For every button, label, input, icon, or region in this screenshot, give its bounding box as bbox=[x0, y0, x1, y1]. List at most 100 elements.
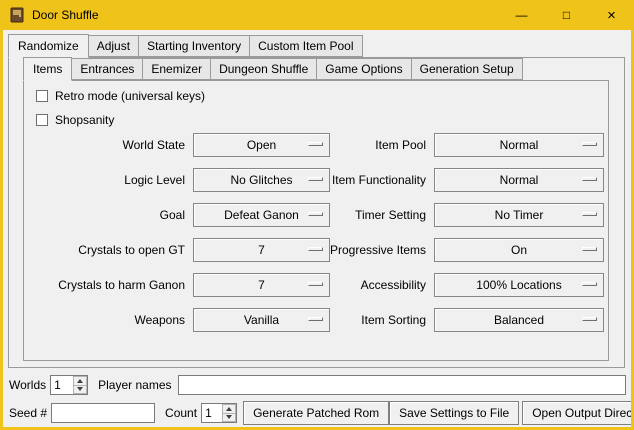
chevron-down-icon bbox=[77, 387, 83, 391]
option-row-crystals-harm-ganon: Crystals to harm Ganon 7 bbox=[30, 273, 330, 297]
crystals-open-gt-label: Crystals to open GT bbox=[30, 243, 193, 257]
outer-tab-strip: Randomize Adjust Starting Inventory Cust… bbox=[8, 34, 363, 58]
weapons-value: Vanilla bbox=[244, 313, 279, 327]
retro-mode-checkbox-box[interactable] bbox=[36, 90, 48, 102]
dropdown-indicator-icon bbox=[582, 177, 597, 181]
crystals-harm-ganon-dropdown[interactable]: 7 bbox=[193, 273, 330, 297]
option-row-logic-level: Logic Level No Glitches bbox=[30, 168, 330, 192]
tab-entrances[interactable]: Entrances bbox=[71, 58, 143, 80]
timer-setting-label: Timer Setting bbox=[319, 208, 434, 222]
goal-label: Goal bbox=[30, 208, 193, 222]
player-names-input[interactable] bbox=[178, 375, 627, 395]
dropdown-indicator-icon bbox=[582, 212, 597, 216]
app-icon bbox=[9, 7, 25, 23]
tab-generation-setup[interactable]: Generation Setup bbox=[411, 58, 523, 80]
crystals-harm-ganon-value: 7 bbox=[258, 278, 265, 292]
items-pane: Retro mode (universal keys) Shopsanity W… bbox=[23, 80, 609, 361]
count-label: Count bbox=[165, 406, 197, 420]
shopsanity-label: Shopsanity bbox=[55, 113, 114, 127]
count-input[interactable] bbox=[203, 405, 221, 421]
progressive-items-dropdown[interactable]: On bbox=[434, 238, 604, 262]
tab-enemizer[interactable]: Enemizer bbox=[142, 58, 211, 80]
tab-randomize[interactable]: Randomize bbox=[8, 34, 89, 58]
chevron-down-icon bbox=[226, 415, 232, 419]
multiworld-row: Worlds Player names bbox=[9, 374, 626, 396]
player-names-label: Player names bbox=[98, 378, 171, 392]
inner-tab-strip: Items Entrances Enemizer Dungeon Shuffle… bbox=[23, 59, 523, 81]
count-spin-up-button[interactable] bbox=[222, 404, 236, 414]
logic-level-value: No Glitches bbox=[230, 173, 292, 187]
accessibility-label: Accessibility bbox=[319, 278, 434, 292]
chevron-up-icon bbox=[226, 407, 232, 411]
option-row-weapons: Weapons Vanilla bbox=[30, 308, 330, 332]
tab-custom-item-pool[interactable]: Custom Item Pool bbox=[249, 35, 362, 57]
weapons-dropdown[interactable]: Vanilla bbox=[193, 308, 330, 332]
option-row-timer-setting: Timer Setting No Timer bbox=[319, 203, 604, 227]
tab-starting-inventory[interactable]: Starting Inventory bbox=[138, 35, 250, 57]
item-functionality-dropdown[interactable]: Normal bbox=[434, 168, 604, 192]
progressive-items-value: On bbox=[511, 243, 527, 257]
item-sorting-value: Balanced bbox=[494, 313, 544, 327]
timer-setting-dropdown[interactable]: No Timer bbox=[434, 203, 604, 227]
option-row-item-sorting: Item Sorting Balanced bbox=[319, 308, 604, 332]
retro-mode-checkbox[interactable]: Retro mode (universal keys) bbox=[36, 89, 205, 103]
client-area: Randomize Adjust Starting Inventory Cust… bbox=[3, 30, 631, 427]
option-row-progressive-items: Progressive Items On bbox=[319, 238, 604, 262]
count-spin-arrows bbox=[222, 404, 236, 422]
timer-setting-value: No Timer bbox=[495, 208, 544, 222]
open-output-directory-button[interactable]: Open Output Directory bbox=[522, 401, 631, 425]
window: Door Shuffle — □ × Randomize Adjust Star… bbox=[0, 0, 634, 430]
weapons-label: Weapons bbox=[30, 313, 193, 327]
tab-game-options[interactable]: Game Options bbox=[316, 58, 411, 80]
item-functionality-value: Normal bbox=[500, 173, 539, 187]
worlds-spin-arrows bbox=[73, 376, 87, 394]
count-spin-down-button[interactable] bbox=[222, 414, 236, 423]
worlds-label: Worlds bbox=[9, 378, 46, 392]
save-settings-button[interactable]: Save Settings to File bbox=[389, 401, 519, 425]
crystals-harm-ganon-label: Crystals to harm Ganon bbox=[30, 278, 193, 292]
item-pool-label: Item Pool bbox=[319, 138, 434, 152]
retro-mode-label: Retro mode (universal keys) bbox=[55, 89, 205, 103]
goal-dropdown[interactable]: Defeat Ganon bbox=[193, 203, 330, 227]
chevron-up-icon bbox=[77, 379, 83, 383]
generate-patched-rom-button[interactable]: Generate Patched Rom bbox=[243, 401, 389, 425]
item-pool-dropdown[interactable]: Normal bbox=[434, 133, 604, 157]
tab-adjust[interactable]: Adjust bbox=[88, 35, 139, 57]
shopsanity-checkbox[interactable]: Shopsanity bbox=[36, 113, 114, 127]
tab-items[interactable]: Items bbox=[23, 57, 72, 81]
seed-input[interactable] bbox=[51, 403, 155, 423]
logic-level-label: Logic Level bbox=[30, 173, 193, 187]
seed-label: Seed # bbox=[9, 406, 47, 420]
option-row-item-pool: Item Pool Normal bbox=[319, 133, 604, 157]
goal-value: Defeat Ganon bbox=[224, 208, 299, 222]
worlds-input[interactable] bbox=[52, 377, 72, 393]
world-state-dropdown[interactable]: Open bbox=[193, 133, 330, 157]
close-icon[interactable]: × bbox=[589, 0, 634, 30]
world-state-label: World State bbox=[30, 138, 193, 152]
minimize-icon[interactable]: — bbox=[499, 0, 544, 30]
crystals-open-gt-dropdown[interactable]: 7 bbox=[193, 238, 330, 262]
count-spinbox[interactable] bbox=[201, 403, 237, 423]
tab-dungeon-shuffle[interactable]: Dungeon Shuffle bbox=[210, 58, 317, 80]
options-column-left: World State Open Logic Level No Glitches… bbox=[30, 133, 330, 343]
worlds-spin-down-button[interactable] bbox=[73, 386, 87, 395]
item-sorting-dropdown[interactable]: Balanced bbox=[434, 308, 604, 332]
window-title: Door Shuffle bbox=[32, 8, 99, 22]
option-row-item-functionality: Item Functionality Normal bbox=[319, 168, 604, 192]
worlds-spinbox[interactable] bbox=[50, 375, 88, 395]
shopsanity-checkbox-box[interactable] bbox=[36, 114, 48, 126]
generation-row: Seed # Count Generate Patched Rom Save S… bbox=[9, 401, 626, 425]
maximize-icon[interactable]: □ bbox=[544, 0, 589, 30]
dropdown-indicator-icon bbox=[582, 317, 597, 321]
accessibility-dropdown[interactable]: 100% Locations bbox=[434, 273, 604, 297]
caption-buttons: — □ × bbox=[499, 0, 634, 30]
option-row-goal: Goal Defeat Ganon bbox=[30, 203, 330, 227]
option-row-world-state: World State Open bbox=[30, 133, 330, 157]
dropdown-indicator-icon bbox=[582, 142, 597, 146]
option-row-accessibility: Accessibility 100% Locations bbox=[319, 273, 604, 297]
world-state-value: Open bbox=[247, 138, 276, 152]
worlds-spin-up-button[interactable] bbox=[73, 376, 87, 386]
item-functionality-label: Item Functionality bbox=[319, 173, 434, 187]
dropdown-indicator-icon bbox=[582, 247, 597, 251]
logic-level-dropdown[interactable]: No Glitches bbox=[193, 168, 330, 192]
